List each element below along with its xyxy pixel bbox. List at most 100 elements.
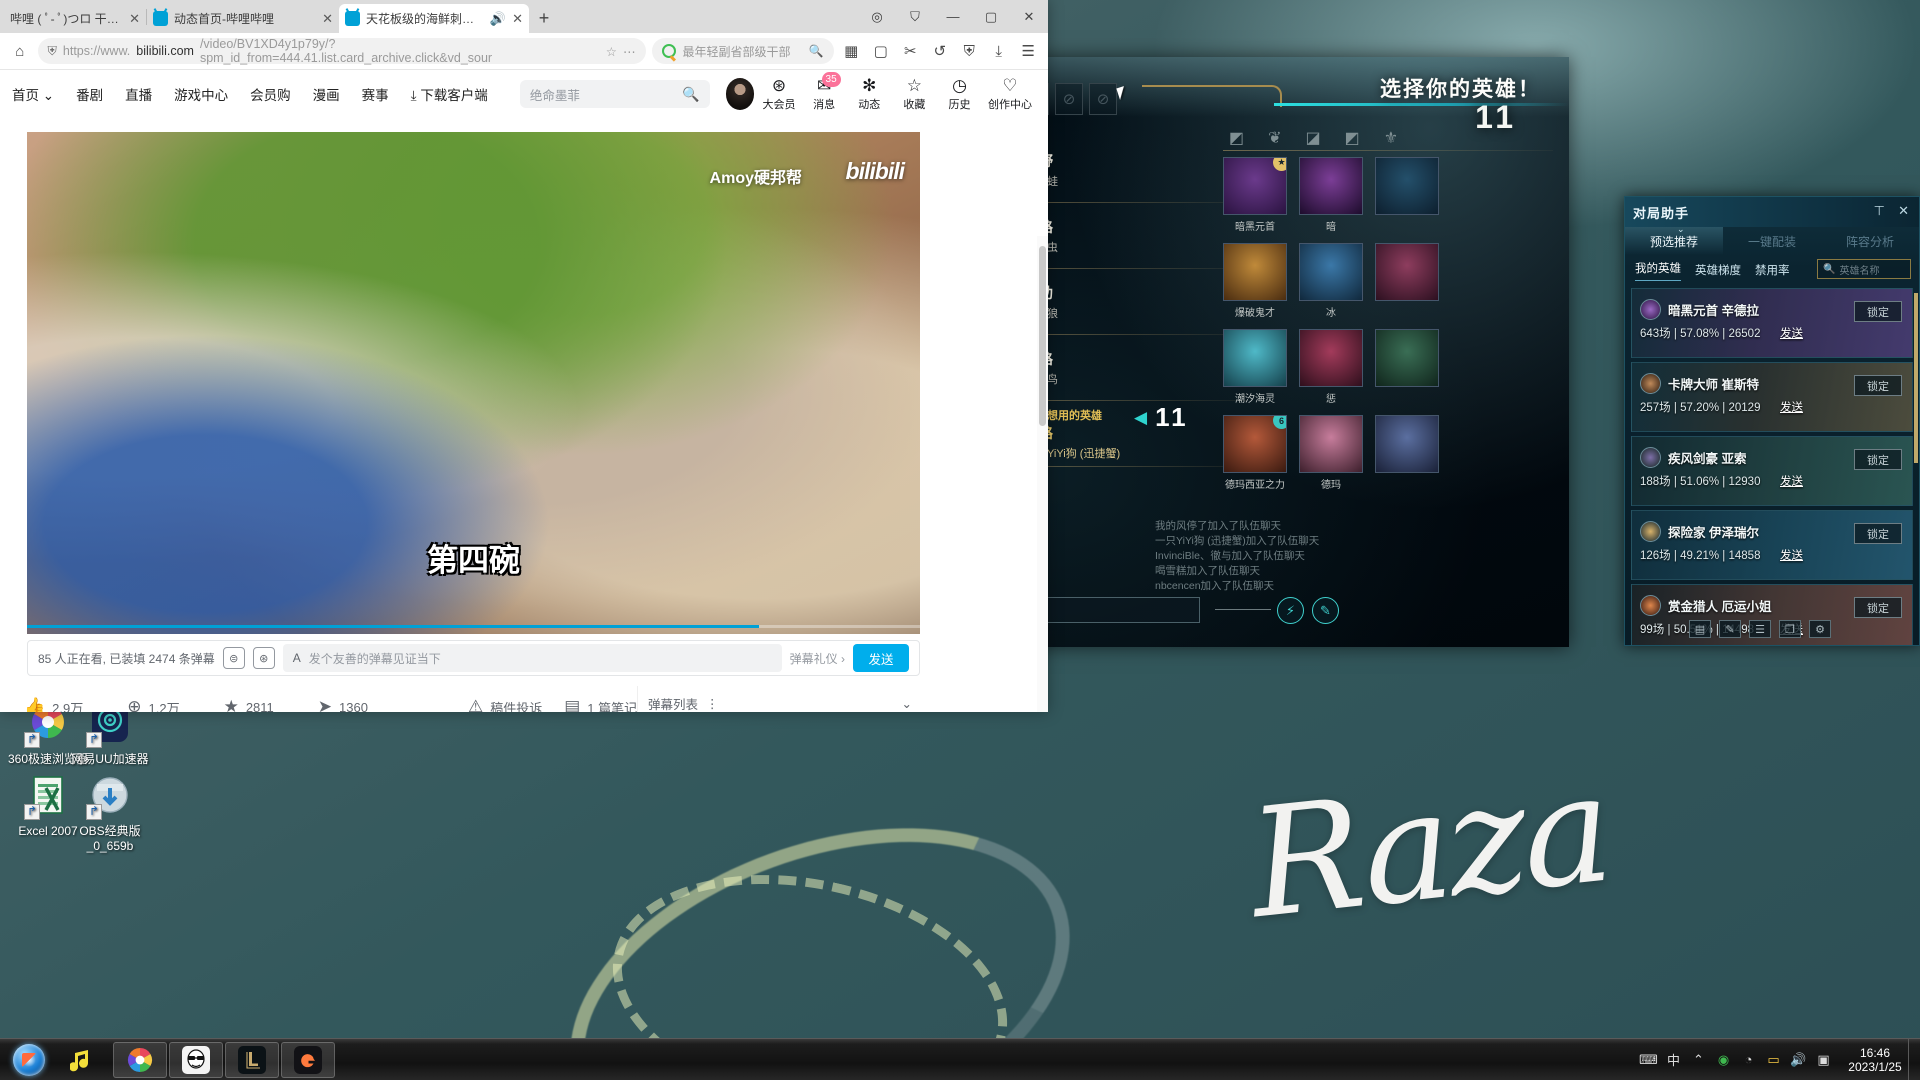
champion-cell[interactable] (1375, 243, 1439, 319)
champion-cell[interactable]: 冰 (1299, 243, 1363, 319)
maximize-button[interactable]: ▢ (972, 0, 1010, 33)
champion-cell[interactable]: 爆破鬼才 (1223, 243, 1287, 319)
close-icon[interactable]: ✕ (322, 11, 333, 27)
report-button[interactable]: ⚠ 稿件投诉 (468, 697, 542, 712)
browser-tab[interactable]: 动态首页-哔哩哔哩 ✕ (147, 4, 339, 33)
lock-button[interactable]: 锁定 (1854, 597, 1902, 618)
bili-nav-live[interactable]: 直播 (125, 84, 152, 104)
sub-link-ban-rate[interactable]: 禁用率 (1755, 262, 1790, 278)
share-button[interactable]: ➤ 1360 (318, 697, 368, 712)
gear-icon[interactable]: ⚙ (1809, 620, 1831, 638)
pin-icon[interactable]: ⊤ (1874, 203, 1885, 219)
bili-icon-history[interactable]: ◷ 历史 (939, 76, 980, 112)
pen-icon[interactable]: ✎ (1719, 620, 1741, 638)
bili-icon-messages[interactable]: 35 ✉ 消息 (804, 72, 845, 112)
champion-search-input[interactable]: 🔍 英雄名称 (1817, 259, 1911, 279)
taskbar-item-360-browser[interactable] (113, 1041, 167, 1078)
screenshot-icon[interactable]: ▢ (869, 39, 893, 63)
champion-cell[interactable] (1375, 329, 1439, 405)
sub-link-champion-tier[interactable]: 英雄梯度 (1695, 262, 1741, 278)
close-icon[interactable]: ✕ (512, 11, 523, 27)
star-icon[interactable]: ☆ (606, 44, 617, 59)
home-icon[interactable]: ⌂ (8, 39, 32, 63)
bili-icon-vip[interactable]: ⊛ 大会员 (758, 76, 799, 112)
bili-nav-manga[interactable]: 漫画 (313, 84, 340, 104)
taskbar-item-meme-app[interactable] (169, 1041, 223, 1078)
bili-nav-esports[interactable]: 赛事 (362, 84, 389, 104)
action-center-icon[interactable]: ▣ (1814, 1050, 1833, 1069)
shield2-icon[interactable]: ⛨ (958, 39, 982, 63)
lock-button[interactable]: 锁定 (1854, 523, 1902, 544)
refresh-icon[interactable]: ↺ (928, 39, 952, 63)
emote-icon[interactable]: ⚡ (1277, 597, 1304, 624)
search-input[interactable]: 绝命墨菲 🔍 (519, 80, 710, 108)
like-button[interactable]: 👍 2.9万 (24, 697, 83, 712)
taskbar-item-gg-assistant[interactable] (281, 1041, 335, 1078)
bili-icon-creator-center[interactable]: ♡ 创作中心 (984, 76, 1036, 112)
tab-team-analysis[interactable]: 阵容分析 (1821, 227, 1919, 255)
danmaku-list-collapse[interactable]: ⌄ (902, 696, 912, 711)
danmaku-list-more[interactable]: ⋮ (706, 696, 719, 711)
mid-lane-icon[interactable]: ◪ (1306, 128, 1321, 148)
close-icon[interactable]: ✕ (1898, 203, 1909, 219)
bili-nav-download-client[interactable]: ⤓ 下载客户端 (411, 84, 488, 104)
danmaku-etiquette-link[interactable]: 弹幕礼仪 › (790, 650, 845, 667)
collections-icon[interactable]: ⛉ (896, 0, 934, 33)
champion-cell[interactable]: 暗 (1299, 157, 1363, 233)
recommended-champion-row[interactable]: 暗黑元首 辛德拉 643场 | 57.08% | 26502 发送 锁定 (1631, 288, 1913, 358)
send-button[interactable]: 发送 (1780, 473, 1803, 489)
start-button[interactable] (2, 1041, 56, 1079)
minimize-button[interactable]: — (934, 0, 972, 33)
send-button[interactable]: 发送 (1780, 325, 1803, 341)
search-engine-bar[interactable]: 最年轻副省部级干部 🔍 (651, 38, 834, 64)
bili-nav-bangumi[interactable]: 番剧 (76, 84, 103, 104)
sound-icon[interactable]: 🔊 (490, 11, 506, 27)
list-icon[interactable]: ☰ (1749, 620, 1771, 638)
sub-link-my-champions[interactable]: 我的英雄 (1635, 260, 1681, 281)
shield-icon[interactable]: ◉ (1714, 1050, 1733, 1069)
desktop-icon-obs[interactable]: ↱ OBS经典版_0_659b (66, 772, 154, 854)
copy-icon[interactable]: ❐ (1779, 620, 1801, 638)
video-progress-bar[interactable] (27, 625, 920, 628)
taskbar-clock[interactable]: 16:46 2023/1/25 (1836, 1046, 1908, 1074)
champion-cell[interactable]: 德玛 (1299, 415, 1363, 491)
top-lane-icon[interactable]: ◩ (1229, 128, 1244, 148)
tab-preselect-recommend[interactable]: 预选推荐 (1625, 227, 1723, 255)
lock-button[interactable]: 锁定 (1854, 375, 1902, 396)
new-tab-button[interactable]: + (529, 4, 559, 33)
champion-cell[interactable] (1375, 415, 1439, 491)
grid-icon[interactable]: ▤ (1689, 620, 1711, 638)
account-icon[interactable]: ◎ (858, 0, 896, 33)
search-icon[interactable]: 🔍 (682, 86, 699, 103)
page-scrollbar[interactable] (1037, 236, 1048, 712)
scissors-icon[interactable]: ✂ (899, 39, 923, 63)
support-lane-icon[interactable]: ⚜ (1384, 128, 1398, 148)
send-button[interactable]: 发送 (1780, 399, 1803, 415)
bili-nav-home[interactable]: 首页 ⌄ (12, 84, 54, 104)
ban-slot[interactable]: ⊘ (1055, 83, 1083, 115)
volume-icon[interactable]: 🔊 (1789, 1050, 1808, 1069)
bili-icon-feed[interactable]: ✻ 动态 (849, 76, 890, 112)
browser-tab-active[interactable]: 天花板级的海鲜刺客，它值 🔊 ✕ (339, 4, 529, 33)
close-button[interactable]: ✕ (1010, 0, 1048, 33)
chevron-up-icon[interactable]: ⌃ (1689, 1050, 1708, 1069)
danmaku-input[interactable]: A 发个友善的弹幕见证当下 (282, 644, 782, 672)
recommended-champion-row[interactable]: 卡牌大师 崔斯特 257场 | 57.20% | 20129 发送 锁定 (1631, 362, 1913, 432)
taskbar-item-qq-music[interactable] (57, 1042, 111, 1078)
bili-nav-vip-shop[interactable]: 会员购 (250, 84, 291, 104)
send-button[interactable]: 发送 (1780, 547, 1803, 563)
jungle-lane-icon[interactable]: ❦ (1268, 128, 1281, 148)
keyboard-icon[interactable]: ⌨ (1639, 1050, 1658, 1069)
download-icon[interactable]: ⤓ (987, 39, 1011, 63)
battery-icon[interactable]: ▭ (1764, 1050, 1783, 1069)
show-desktop-button[interactable] (1908, 1038, 1920, 1080)
close-icon[interactable]: ✕ (129, 11, 140, 27)
notes-button[interactable]: ▤ 1 篇笔记 (564, 697, 637, 712)
lock-button[interactable]: 锁定 (1854, 301, 1902, 322)
apps-grid-icon[interactable]: ▦ (840, 39, 864, 63)
recommended-champion-row[interactable]: 疾风剑豪 亚索 188场 | 51.06% | 12930 发送 锁定 (1631, 436, 1913, 506)
taskbar-item-league-of-legends[interactable] (225, 1041, 279, 1078)
ban-slot[interactable]: ⊘ (1089, 83, 1117, 115)
ime-icon[interactable]: 中 (1664, 1050, 1683, 1069)
danmaku-send-button[interactable]: 发送 (853, 644, 909, 672)
